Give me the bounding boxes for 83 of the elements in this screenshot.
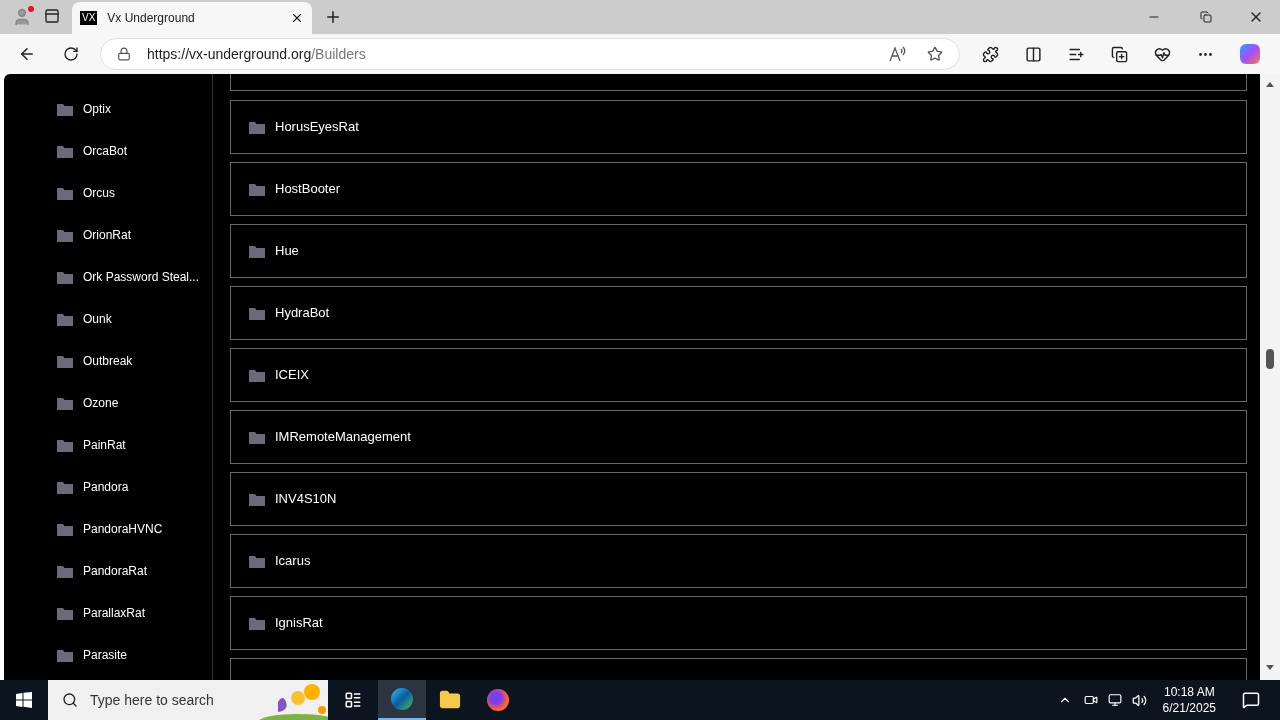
sidebar-item[interactable]: OrionRat xyxy=(4,214,212,256)
scroll-up-icon[interactable] xyxy=(1266,82,1274,87)
folder-icon xyxy=(57,102,73,116)
folder-icon xyxy=(249,306,265,320)
restore-icon[interactable] xyxy=(1200,11,1212,23)
folder-icon xyxy=(57,648,73,662)
sidebar-item[interactable]: PandoraRat xyxy=(4,550,212,592)
folder-card[interactable]: IgnisRat xyxy=(230,596,1247,650)
reload-icon[interactable] xyxy=(63,46,79,62)
close-tab-icon[interactable] xyxy=(290,11,304,25)
network-icon[interactable] xyxy=(1107,693,1122,707)
sidebar-item[interactable]: Orcus xyxy=(4,172,212,214)
sidebar-item[interactable]: Optix xyxy=(4,88,212,130)
folder-icon xyxy=(249,492,265,506)
folder-icon xyxy=(249,616,265,630)
folder-card[interactable]: Icarus xyxy=(230,534,1247,588)
windows-start-icon[interactable] xyxy=(16,692,32,708)
sidebar-item[interactable]: Ozone xyxy=(4,382,212,424)
sidebar-item[interactable]: Ounk xyxy=(4,298,212,340)
folder-icon xyxy=(57,396,73,410)
folder-card[interactable]: INV4S10N xyxy=(230,472,1247,526)
favorite-icon[interactable] xyxy=(927,46,943,62)
back-icon[interactable] xyxy=(18,45,36,63)
browser-essentials-icon[interactable] xyxy=(1154,45,1171,63)
browser-tab[interactable]: VX Vx Underground xyxy=(72,2,312,34)
search-icon xyxy=(62,692,78,708)
folder-icon xyxy=(249,182,265,196)
read-aloud-icon[interactable] xyxy=(889,46,907,62)
folder-card[interactable]: ICEIX xyxy=(230,348,1247,402)
folder-icon xyxy=(57,312,73,326)
sidebar-item[interactable]: Ork Password Steal... xyxy=(4,256,212,298)
profile-icon[interactable] xyxy=(12,7,32,27)
taskbar-search-field[interactable]: Type here to search xyxy=(48,680,328,720)
sidebar-item[interactable]: ParallaxRat xyxy=(4,592,212,634)
folder-icon xyxy=(57,228,73,242)
folder-icon xyxy=(57,438,73,452)
scrollbar[interactable] xyxy=(1260,74,1280,680)
notifications-icon[interactable] xyxy=(1242,691,1260,709)
split-screen-icon[interactable] xyxy=(1025,45,1042,63)
camera-icon[interactable] xyxy=(1083,693,1098,707)
file-explorer-icon[interactable] xyxy=(439,689,461,711)
lock-icon xyxy=(117,47,131,61)
folder-icon xyxy=(57,186,73,200)
address-bar[interactable]: https://vx-underground.org/Builders xyxy=(100,38,960,70)
folder-card[interactable]: HydraBot xyxy=(230,286,1247,340)
collections-icon[interactable] xyxy=(1111,45,1128,63)
folder-icon xyxy=(249,120,265,134)
sidebar-item[interactable]: OrcaBot xyxy=(4,130,212,172)
new-tab-icon[interactable] xyxy=(324,8,342,26)
folder-card[interactable]: Hue xyxy=(230,224,1247,278)
sidebar-item[interactable]: Outbreak xyxy=(4,340,212,382)
folder-icon xyxy=(57,606,73,620)
folder-icon xyxy=(57,480,73,494)
tab-favicon: VX xyxy=(80,11,98,25)
tab-title: Vx Underground xyxy=(107,10,196,27)
sidebar-item[interactable]: Pandora xyxy=(4,466,212,508)
copilot-icon[interactable] xyxy=(1240,44,1260,64)
task-view-icon[interactable] xyxy=(344,691,362,709)
folder-icon xyxy=(57,522,73,536)
folder-card[interactable]: HorusEyesRat xyxy=(230,100,1247,154)
volume-icon[interactable] xyxy=(1131,692,1147,708)
folder-icon xyxy=(249,368,265,382)
sidebar-item[interactable]: Parasite xyxy=(4,634,212,676)
folder-icon xyxy=(57,354,73,368)
folder-icon xyxy=(249,554,265,568)
url-text: https://vx-underground.org/Builders xyxy=(147,44,367,64)
clock[interactable]: 10:18 AM 6/21/2025 xyxy=(1156,684,1222,716)
tab-actions-icon[interactable] xyxy=(44,8,60,24)
scroll-down-icon[interactable] xyxy=(1266,665,1274,670)
folder-icon xyxy=(249,430,265,444)
scroll-thumb[interactable] xyxy=(1266,349,1274,369)
firefox-icon[interactable] xyxy=(487,689,509,711)
folder-card[interactable]: IMRemoteManagement xyxy=(230,410,1247,464)
edge-taskbar-icon[interactable] xyxy=(378,680,426,720)
folder-card[interactable] xyxy=(230,74,1247,91)
sidebar-item[interactable]: PandoraHVNC xyxy=(4,508,212,550)
sidebar-item[interactable]: PainRat xyxy=(4,424,212,466)
folder-icon xyxy=(57,564,73,578)
folder-card[interactable]: HostBooter xyxy=(230,162,1247,216)
folder-icon xyxy=(57,144,73,158)
extensions-icon[interactable] xyxy=(982,45,999,63)
folder-icon xyxy=(249,244,265,258)
folder-icon xyxy=(57,270,73,284)
